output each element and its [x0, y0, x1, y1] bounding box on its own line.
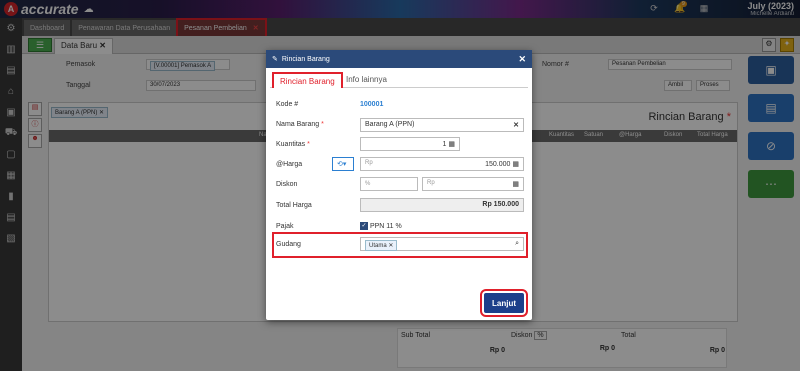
- tab-rincian-barang[interactable]: Rincian Barang: [272, 72, 343, 88]
- lanjut-button[interactable]: Lanjut: [480, 289, 528, 317]
- diskon-pct-prefix: %: [365, 181, 371, 187]
- kuantitas-text: Kuantitas: [276, 141, 306, 148]
- gudang-chip-label: Utama: [369, 243, 387, 249]
- modal-header: ✎ Rincian Barang ✕: [266, 50, 532, 68]
- gudang-chip[interactable]: Utama ✕: [365, 240, 398, 251]
- harga-value: 150.000: [485, 161, 511, 168]
- tab-info-lainnya[interactable]: Info lainnya: [340, 72, 393, 88]
- pencil-icon: ✎: [272, 56, 278, 63]
- calculator-icon[interactable]: ▦: [448, 141, 455, 148]
- rincian-barang-modal: ✎ Rincian Barang ✕ Rincian Barang Info l…: [266, 50, 532, 320]
- kuantitas-field[interactable]: 1 ▦: [360, 137, 460, 151]
- pajak-value: PPN 11 %: [369, 222, 402, 230]
- modal-tabs: Rincian Barang Info lainnya: [270, 72, 528, 88]
- nama-barang-field[interactable]: Barang A (PPN) ✕: [360, 118, 524, 132]
- diskon-rp-prefix: Rp: [427, 180, 435, 186]
- modal-title: Rincian Barang: [281, 55, 330, 63]
- kode-value: 100001: [360, 101, 384, 108]
- gudang-field[interactable]: Utama ✕ ⌕: [360, 237, 524, 251]
- diskon-rp-field[interactable]: Rp ▦: [422, 177, 524, 191]
- kode-label: Kode #: [276, 101, 299, 108]
- pajak-label: Pajak: [276, 223, 294, 230]
- checkbox-checked-icon[interactable]: ✓: [360, 222, 368, 230]
- kuantitas-label: Kuantitas *: [276, 141, 310, 148]
- gudang-label: Gudang: [276, 241, 301, 248]
- close-icon[interactable]: ✕: [518, 54, 526, 65]
- price-history-button[interactable]: ⟲▾: [332, 157, 354, 171]
- calculator-icon[interactable]: ▦: [512, 181, 519, 188]
- harga-label: @Harga: [276, 161, 303, 168]
- nama-barang-value: Barang A (PPN): [365, 121, 415, 128]
- harga-prefix: Rp: [365, 160, 373, 166]
- diskon-pct-field[interactable]: %: [360, 177, 418, 191]
- pajak-option[interactable]: ✓ PPN 11 %: [360, 222, 402, 230]
- total-harga-label: Total Harga: [276, 202, 312, 209]
- calculator-icon[interactable]: ▦: [512, 161, 519, 168]
- diskon-label: Diskon: [276, 181, 298, 188]
- kuantitas-value: 1: [442, 141, 447, 148]
- nama-barang-text: Nama Barang: [276, 121, 320, 128]
- nama-barang-label: Nama Barang *: [276, 121, 324, 128]
- harga-field[interactable]: Rp 150.000 ▦: [360, 157, 524, 171]
- clear-icon[interactable]: ✕: [513, 121, 519, 129]
- search-icon[interactable]: ⌕: [515, 240, 519, 248]
- total-harga-field: Rp 150.000: [360, 198, 524, 212]
